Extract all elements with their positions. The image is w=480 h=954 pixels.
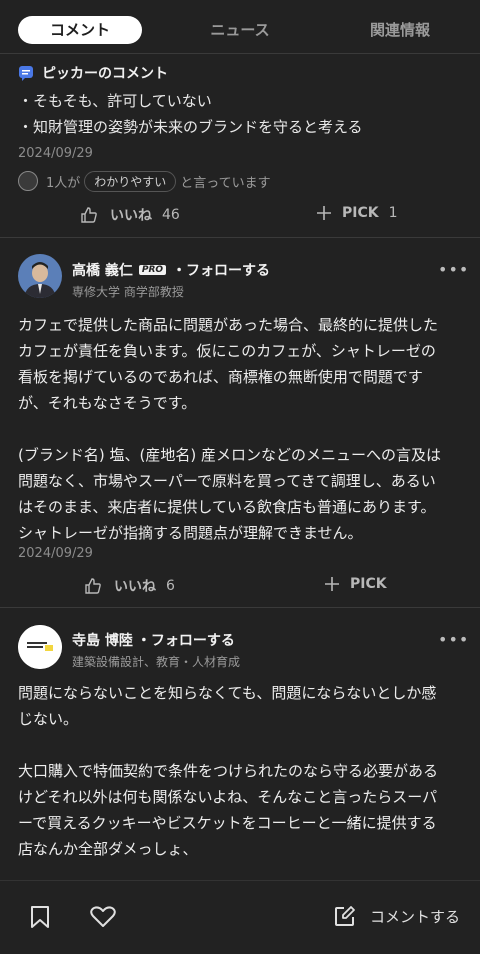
- favorite-button[interactable]: [90, 906, 116, 928]
- comment-line: 大口購入で特価契約で条件をつけられたのなら守る必要がある: [18, 762, 439, 780]
- pick-count: 1: [388, 205, 398, 221]
- follow-link[interactable]: ・フォローする: [172, 260, 270, 280]
- bookmark-icon: [31, 906, 49, 928]
- comment-line: 問題にならないことを知らなくても、問題にならないとしか感: [18, 684, 437, 702]
- comment-line: 問題なく、市場やスーパーで原料を買ってきて調理し、あるい: [18, 472, 436, 490]
- like-button[interactable]: いいね 6: [84, 576, 175, 596]
- like-count: 46: [162, 207, 180, 223]
- avatar: [18, 171, 38, 191]
- like-label: いいね: [110, 208, 152, 224]
- divider: [0, 607, 480, 608]
- pick-label: PICK: [350, 576, 387, 592]
- comment-line: 看板を掲げているのであれば、商標権の無断使用で問題です: [18, 368, 423, 386]
- divider: [0, 237, 480, 238]
- plus-icon: [325, 577, 339, 591]
- tab-bar: コメント ニュース 関連情報: [0, 0, 480, 54]
- like-count: 6: [166, 578, 175, 594]
- comment-line: ーで買えるクッキーやビスケットをコーヒーと一緒に提供する: [18, 814, 437, 832]
- comment-line: [18, 416, 464, 442]
- comment-line: (ブランド名) 塩、(産地名) 産メロンなどのメニューへの言及は: [18, 446, 441, 464]
- comment-line: シャトレーゼが指摘する問題点が理解できません。: [18, 524, 363, 542]
- comment-date: 2024/09/29: [18, 146, 93, 161]
- thumbs-up-icon: [85, 578, 101, 594]
- author-name[interactable]: 寺島 博陸: [72, 630, 133, 650]
- thumbs-up-icon: [81, 207, 97, 223]
- comment-line: じない。: [18, 710, 79, 728]
- comment-line: はそのまま、来店者に提供している飲食店も普通にあります。: [18, 498, 436, 516]
- reaction-prefix: 1人が: [46, 175, 81, 191]
- bookmark-button[interactable]: [30, 905, 50, 929]
- plus-icon: [317, 206, 331, 220]
- comment-line: ・そもそも、許可していない: [18, 92, 212, 110]
- more-options-icon[interactable]: •••: [438, 630, 469, 649]
- pick-label: PICK: [342, 205, 379, 221]
- author-affiliation: 建築設備設計、教育・人材育成: [72, 655, 241, 669]
- more-options-icon[interactable]: •••: [438, 260, 469, 279]
- follow-link[interactable]: ・フォローする: [137, 630, 235, 650]
- tab-related[interactable]: 関連情報: [338, 16, 462, 44]
- comment-line: カフェが責任を負います。仮にこのカフェが、シャトレーゼの: [18, 342, 436, 360]
- comment-line: けどそれ以外は何も関係ないよね、そんなこと言ったらスーパ: [18, 788, 438, 806]
- comment-line: カフェで提供した商品に問題があった場合、最終的に提供した: [18, 316, 439, 334]
- pick-button[interactable]: PICK 1: [316, 205, 398, 221]
- comment-line: [18, 732, 464, 758]
- tab-news[interactable]: ニュース: [178, 16, 302, 44]
- comment-line: 店なんか全部ダメっしょ、: [18, 840, 198, 858]
- compose-icon: [335, 906, 355, 926]
- write-comment-label: コメントする: [370, 907, 461, 926]
- author-name[interactable]: 高橋 義仁: [72, 260, 133, 280]
- pro-badge: PRO: [138, 265, 167, 275]
- pick-button[interactable]: PICK: [324, 576, 387, 592]
- bottom-toolbar: コメントする: [0, 880, 480, 954]
- heart-icon: [90, 906, 116, 927]
- reaction-tag[interactable]: わかりやすい: [84, 170, 177, 192]
- reaction-suffix: と言っています: [180, 175, 271, 191]
- avatar[interactable]: [18, 254, 62, 298]
- chat-bubble-icon: [19, 66, 33, 81]
- comment-body: 問題にならないことを知らなくても、問題にならないとしか感 じない。 大口購入で特…: [18, 680, 464, 862]
- author-row: 寺島 博陸 ・フォローする: [72, 630, 235, 650]
- section-header: ピッカーのコメント: [18, 63, 168, 83]
- comment-body: カフェで提供した商品に問題があった場合、最終的に提供した カフェが責任を負います…: [18, 312, 464, 546]
- like-button[interactable]: いいね 46: [80, 205, 180, 225]
- reaction-summary[interactable]: 1人が わかりやすい と言っています: [18, 170, 271, 192]
- write-comment-button[interactable]: コメントする: [334, 905, 460, 927]
- comment-date: 2024/09/29: [18, 546, 93, 561]
- author-affiliation: 専修大学 商学部教授: [72, 285, 184, 299]
- comment-line: ・知財管理の姿勢が未来のブランドを守ると考える: [18, 118, 363, 136]
- avatar[interactable]: [18, 625, 62, 669]
- tab-comments[interactable]: コメント: [18, 16, 142, 44]
- author-row: 高橋 義仁 PRO ・フォローする: [72, 260, 270, 280]
- section-title: ピッカーのコメント: [42, 66, 168, 82]
- comment-line: が、それもなさそうです。: [18, 394, 197, 412]
- like-label: いいね: [114, 579, 156, 595]
